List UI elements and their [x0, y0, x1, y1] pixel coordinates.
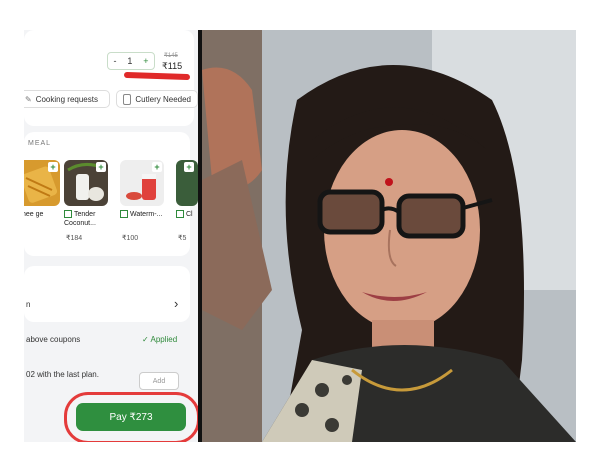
item-name: hee ge [24, 211, 44, 218]
add-item-icon[interactable]: + [96, 162, 106, 172]
cooking-requests-chip[interactable]: ✎ Cooking requests [24, 90, 110, 108]
item-name: Cl [176, 210, 198, 219]
coupons-text: above coupons [26, 335, 81, 344]
cutlery-checkbox[interactable] [123, 93, 132, 105]
add-item-icon[interactable]: + [48, 162, 58, 172]
cutlery-chip[interactable]: Cutlery Needed [116, 90, 198, 108]
add-item-icon[interactable]: + [184, 162, 194, 172]
screenshot-frame: - 1 + ₹145 ₹115 ✎ Cooking requests Cutle… [24, 30, 576, 442]
quantity-stepper[interactable]: - 1 + [107, 52, 155, 70]
item-price: ₹184 [66, 235, 83, 242]
cooking-requests-label: Cooking requests [35, 94, 98, 104]
original-price: ₹145 [164, 53, 178, 59]
add-plan-button[interactable]: Add [139, 372, 179, 390]
chevron-right-icon[interactable]: › [174, 296, 178, 311]
cart-screen: - 1 + ₹145 ₹115 ✎ Cooking requests Cutle… [24, 30, 198, 442]
item-name: Waterm-... [120, 210, 172, 219]
applied-status: ✓ Applied [142, 335, 178, 344]
veg-icon [64, 210, 72, 219]
decrease-button[interactable]: - [113, 56, 116, 66]
woman-with-glasses-image [202, 30, 576, 442]
section-label: MEAL [28, 140, 52, 147]
product-image[interactable]: + [24, 160, 60, 206]
portrait-photo [202, 30, 576, 442]
offers-card[interactable] [24, 266, 190, 322]
item-name: Tender Coconut... [64, 210, 96, 227]
add-item-icon[interactable]: + [152, 162, 162, 172]
edit-icon: ✎ [25, 94, 32, 104]
product-image[interactable]: + [120, 160, 164, 206]
pay-button[interactable]: Pay ₹273 [76, 403, 186, 431]
veg-icon [176, 210, 184, 219]
increase-button[interactable]: + [143, 56, 148, 66]
item-price: ₹100 [122, 235, 139, 242]
offers-row-label: n [26, 300, 31, 309]
plan-text: 02 with the last plan. [26, 370, 99, 379]
item-price: ₹115 [162, 61, 183, 71]
product-image[interactable]: + [176, 160, 198, 206]
product-image[interactable]: + [64, 160, 108, 206]
veg-icon [120, 210, 128, 219]
quantity-value: 1 [127, 56, 133, 66]
item-price: ₹5 [178, 235, 187, 242]
cutlery-label: Cutlery Needed [135, 94, 191, 104]
